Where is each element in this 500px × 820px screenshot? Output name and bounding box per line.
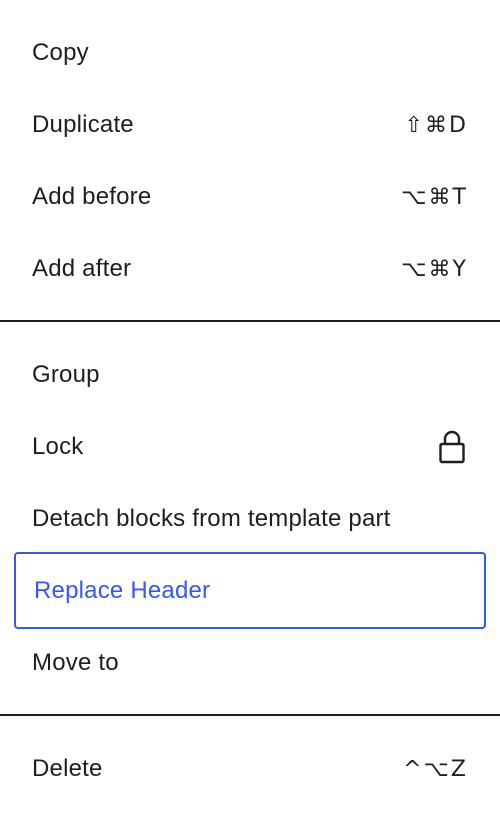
- menu-item-label: Replace Header: [34, 576, 211, 604]
- shortcut-add-before: ⌥⌘T: [401, 184, 468, 210]
- block-options-menu: Copy Duplicate ⇧⌘D Add before ⌥⌘T Add af…: [0, 0, 500, 820]
- lock-icon: [438, 430, 466, 464]
- menu-divider: [0, 320, 500, 322]
- menu-item-delete[interactable]: Delete ^⌥Z: [14, 745, 486, 793]
- menu-item-label: Copy: [32, 39, 89, 66]
- menu-divider: [0, 714, 500, 716]
- menu-item-label: Add before: [32, 183, 152, 210]
- menu-item-label: Duplicate: [32, 111, 134, 138]
- menu-item-label: Delete: [32, 755, 103, 782]
- shortcut-add-after: ⌥⌘Y: [401, 256, 468, 282]
- menu-item-label: Group: [32, 361, 100, 388]
- menu-item-copy[interactable]: Copy: [14, 29, 486, 77]
- shortcut-duplicate: ⇧⌘D: [404, 112, 468, 138]
- menu-item-lock[interactable]: Lock: [14, 423, 486, 471]
- menu-item-label: Add after: [32, 255, 132, 282]
- menu-item-detach-blocks[interactable]: Detach blocks from template part: [14, 495, 486, 543]
- menu-item-replace-header[interactable]: Replace Header: [14, 552, 486, 629]
- menu-item-label: Detach blocks from template part: [32, 505, 391, 532]
- menu-item-group[interactable]: Group: [14, 351, 486, 399]
- menu-item-move-to[interactable]: Move to: [14, 639, 486, 687]
- menu-item-label: Move to: [32, 649, 119, 676]
- shortcut-delete: ^⌥Z: [403, 756, 468, 782]
- menu-item-duplicate[interactable]: Duplicate ⇧⌘D: [14, 101, 486, 149]
- menu-item-label: Lock: [32, 433, 84, 460]
- menu-item-add-before[interactable]: Add before ⌥⌘T: [14, 173, 486, 221]
- menu-item-add-after[interactable]: Add after ⌥⌘Y: [14, 245, 486, 293]
